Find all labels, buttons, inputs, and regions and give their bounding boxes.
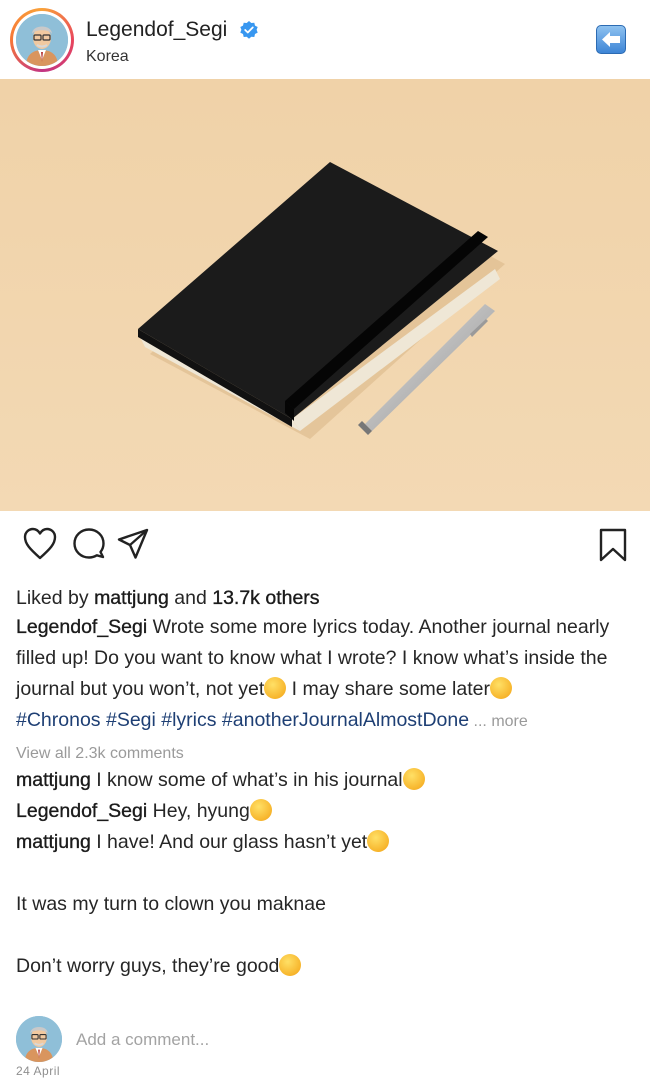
back-button[interactable] xyxy=(596,25,626,54)
comment-username[interactable]: mattjung xyxy=(16,831,91,853)
comment-icon[interactable] xyxy=(72,527,106,561)
likes-line[interactable]: Liked by mattjung and 13.7k others xyxy=(16,584,636,612)
view-all-comments-link[interactable]: View all 2.3k comments xyxy=(16,743,636,765)
post-text: Liked by mattjung and 13.7k others Legen… xyxy=(16,584,636,982)
comment-row: mattjung I have! And our glass hasn’t ye… xyxy=(16,827,636,858)
send-icon[interactable] xyxy=(116,527,150,561)
comment-line: It was my turn to clown you maknae xyxy=(16,893,326,915)
comment-username[interactable]: Legendof_Segi xyxy=(16,800,148,822)
profile-avatar[interactable] xyxy=(10,8,74,72)
joy-emoji-icon xyxy=(367,830,390,852)
caption-username[interactable]: Legendof_Segi xyxy=(16,616,148,638)
relieved-emoji-icon xyxy=(279,954,302,976)
back-arrow-icon xyxy=(602,32,620,47)
yum-emoji-icon xyxy=(264,677,287,699)
post-date: 24 April xyxy=(16,1064,61,1078)
comment-row: Legendof_Segi Hey, hyung xyxy=(16,796,636,827)
action-bar xyxy=(0,527,650,571)
comment-line: Don’t worry guys, they’re good xyxy=(16,951,636,982)
post-username[interactable]: Legendof_Segi xyxy=(86,18,259,42)
bookmark-icon[interactable] xyxy=(598,527,628,563)
grin-emoji-icon xyxy=(402,768,425,790)
unamused-emoji-icon xyxy=(249,799,272,821)
hashtags[interactable]: #Chronos #Segi #lyrics #anotherJournalAl… xyxy=(16,705,636,737)
post-header: Legendof_Segi Korea xyxy=(0,0,650,78)
liked-user[interactable]: mattjung xyxy=(94,587,169,609)
comment-row: mattjung I know some of what’s in his jo… xyxy=(16,765,636,796)
liked-count[interactable]: 13.7k others xyxy=(212,587,320,609)
avatar xyxy=(16,1016,62,1062)
smirk-emoji-icon xyxy=(490,677,512,699)
caption: Legendof_Segi Wrote some more lyrics tod… xyxy=(16,616,610,700)
heart-icon[interactable] xyxy=(22,527,58,561)
verified-badge-icon xyxy=(240,21,258,40)
more-link[interactable]: ... more xyxy=(469,713,528,730)
post-photo[interactable] xyxy=(0,79,650,511)
post-location[interactable]: Korea xyxy=(86,48,129,66)
comment-input[interactable]: Add a comment... xyxy=(76,1030,209,1050)
add-comment-row[interactable]: Add a comment... xyxy=(16,1016,636,1064)
comment-username[interactable]: mattjung xyxy=(16,769,91,791)
